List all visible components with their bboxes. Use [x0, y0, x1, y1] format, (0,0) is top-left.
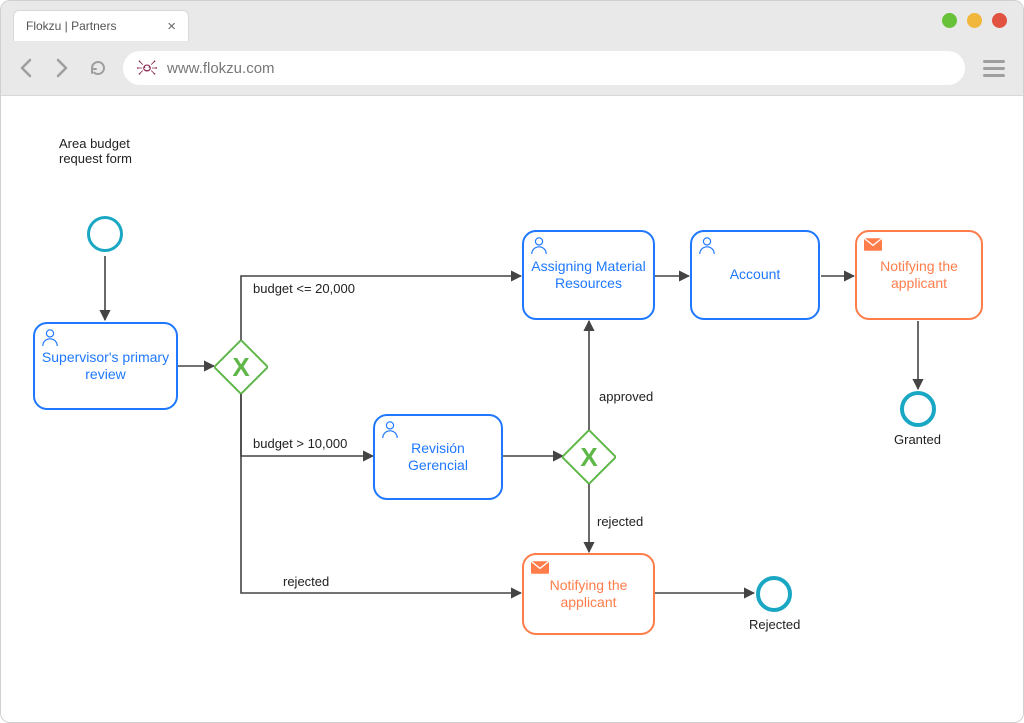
task-notify-applicant-granted[interactable]: Notifying the applicant — [855, 230, 983, 320]
task-account[interactable]: Account — [690, 230, 820, 320]
task-label: Supervisor's primary review — [41, 349, 170, 384]
address-bar[interactable]: www.flokzu.com — [123, 51, 965, 85]
user-task-icon — [381, 420, 399, 438]
mail-task-icon — [864, 238, 882, 251]
maximize-dot[interactable] — [967, 13, 982, 28]
user-task-icon — [698, 236, 716, 254]
gateway-approval[interactable]: X — [562, 430, 616, 484]
user-task-icon — [530, 236, 548, 254]
task-assigning-resources[interactable]: Assigning Material Resources — [522, 230, 655, 320]
task-revision-gerencial[interactable]: Revisión Gerencial — [373, 414, 503, 500]
user-task-icon — [41, 328, 59, 346]
minimize-dot[interactable] — [942, 13, 957, 28]
svg-text:X: X — [232, 352, 250, 382]
start-event-label: Area budget request form — [59, 136, 132, 166]
browser-window: Flokzu | Partners × — [0, 0, 1024, 723]
diagram-canvas: Area budget request form Supervisor's pr… — [1, 96, 1023, 723]
tab-title: Flokzu | Partners — [26, 19, 116, 33]
address-url: www.flokzu.com — [167, 60, 275, 77]
end-event-rejected[interactable] — [756, 576, 792, 612]
task-label: Notifying the applicant — [530, 577, 647, 612]
task-label: Account — [730, 266, 781, 284]
end-event-granted[interactable] — [900, 391, 936, 427]
edge-label-budget-le: budget <= 20,000 — [253, 281, 355, 296]
back-button[interactable] — [15, 57, 37, 79]
forward-button[interactable] — [51, 57, 73, 79]
task-label: Revisión Gerencial — [381, 440, 495, 475]
browser-toolbar: www.flokzu.com — [1, 41, 1023, 96]
window-traffic-lights — [942, 13, 1007, 28]
mail-task-icon — [531, 561, 549, 574]
site-favicon-icon — [137, 59, 157, 77]
tab-strip: Flokzu | Partners × — [1, 1, 1023, 41]
close-dot[interactable] — [992, 13, 1007, 28]
edge-label-rejected-g1: rejected — [283, 574, 329, 589]
close-tab-icon[interactable]: × — [167, 18, 176, 35]
task-notify-applicant-rejected[interactable]: Notifying the applicant — [522, 553, 655, 635]
end-label-rejected: Rejected — [749, 617, 800, 632]
edge-label-rejected-g2: rejected — [597, 514, 643, 529]
reload-button[interactable] — [87, 57, 109, 79]
task-supervisor-review[interactable]: Supervisor's primary review — [33, 322, 178, 410]
end-label-granted: Granted — [894, 432, 941, 447]
task-label: Notifying the applicant — [863, 258, 975, 293]
browser-tab[interactable]: Flokzu | Partners × — [13, 10, 189, 41]
edge-label-budget-gt: budget > 10,000 — [253, 436, 347, 451]
task-label: Assigning Material Resources — [530, 258, 647, 293]
svg-text:X: X — [580, 442, 598, 472]
start-event[interactable] — [87, 216, 123, 252]
gateway-budget-split[interactable]: X — [214, 340, 268, 394]
edge-label-approved: approved — [599, 389, 653, 404]
hamburger-menu-icon[interactable] — [979, 56, 1009, 81]
